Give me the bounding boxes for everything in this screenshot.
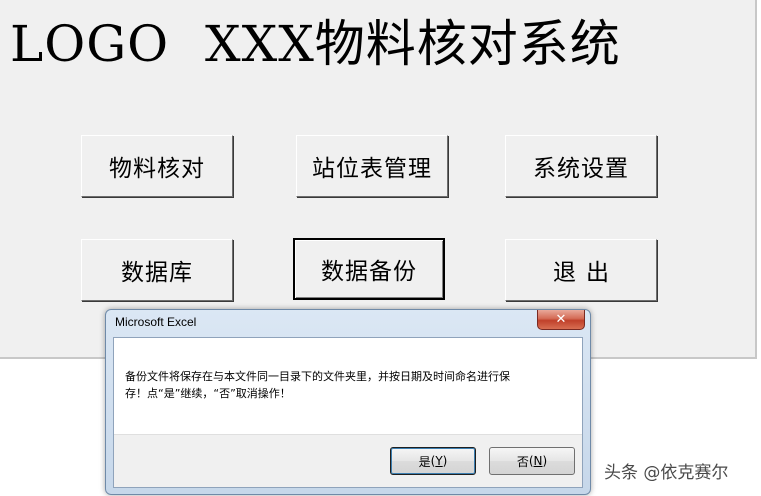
- station-table-management-button[interactable]: 站位表管理: [296, 135, 448, 197]
- yes-button-label: 是: [418, 454, 431, 469]
- dialog-message: 备份文件将保存在与本文件同一目录下的文件夹里，并按日期及时间命名进行保 存！点“是…: [125, 368, 575, 402]
- exit-button-label: 退出: [553, 260, 619, 286]
- no-button-label: 否: [516, 454, 529, 469]
- dialog-message-line-2: 存！点“是”继续，“否”取消操作！: [125, 387, 291, 400]
- dialog-message-line-1: 备份文件将保存在与本文件同一目录下的文件夹里，并按日期及时间命名进行保: [125, 370, 510, 383]
- dialog-body: 备份文件将保存在与本文件同一目录下的文件夹里，并按日期及时间命名进行保 存！点“是…: [113, 337, 583, 488]
- material-check-button[interactable]: 物料核对: [81, 135, 233, 197]
- system-settings-button[interactable]: 系统设置: [505, 135, 657, 197]
- main-userform: LOGO XXX物料核对系统 物料核对 站位表管理 系统设置 数据库 数据备份 …: [0, 0, 757, 359]
- dialog-title: Microsoft Excel: [115, 315, 197, 329]
- close-icon: ✕: [555, 312, 567, 327]
- watermark-text: 头条 @依克赛尔: [604, 463, 729, 483]
- no-hotkey: N: [533, 454, 543, 468]
- no-button[interactable]: 否(N): [489, 447, 575, 475]
- data-backup-button[interactable]: 数据备份: [293, 238, 445, 300]
- excel-message-box: Microsoft Excel ✕ 备份文件将保存在与本文件同一目录下的文件夹里…: [105, 309, 591, 495]
- exit-button[interactable]: 退出: [505, 239, 657, 301]
- yes-button[interactable]: 是(Y): [390, 447, 476, 475]
- system-title: XXX物料核对系统: [205, 15, 621, 73]
- dialog-close-button[interactable]: ✕: [537, 310, 585, 330]
- database-button[interactable]: 数据库: [81, 239, 233, 301]
- yes-hotkey: Y: [435, 454, 443, 468]
- dialog-button-bar: 是(Y) 否(N): [114, 434, 582, 487]
- logo-text: LOGO: [10, 15, 170, 73]
